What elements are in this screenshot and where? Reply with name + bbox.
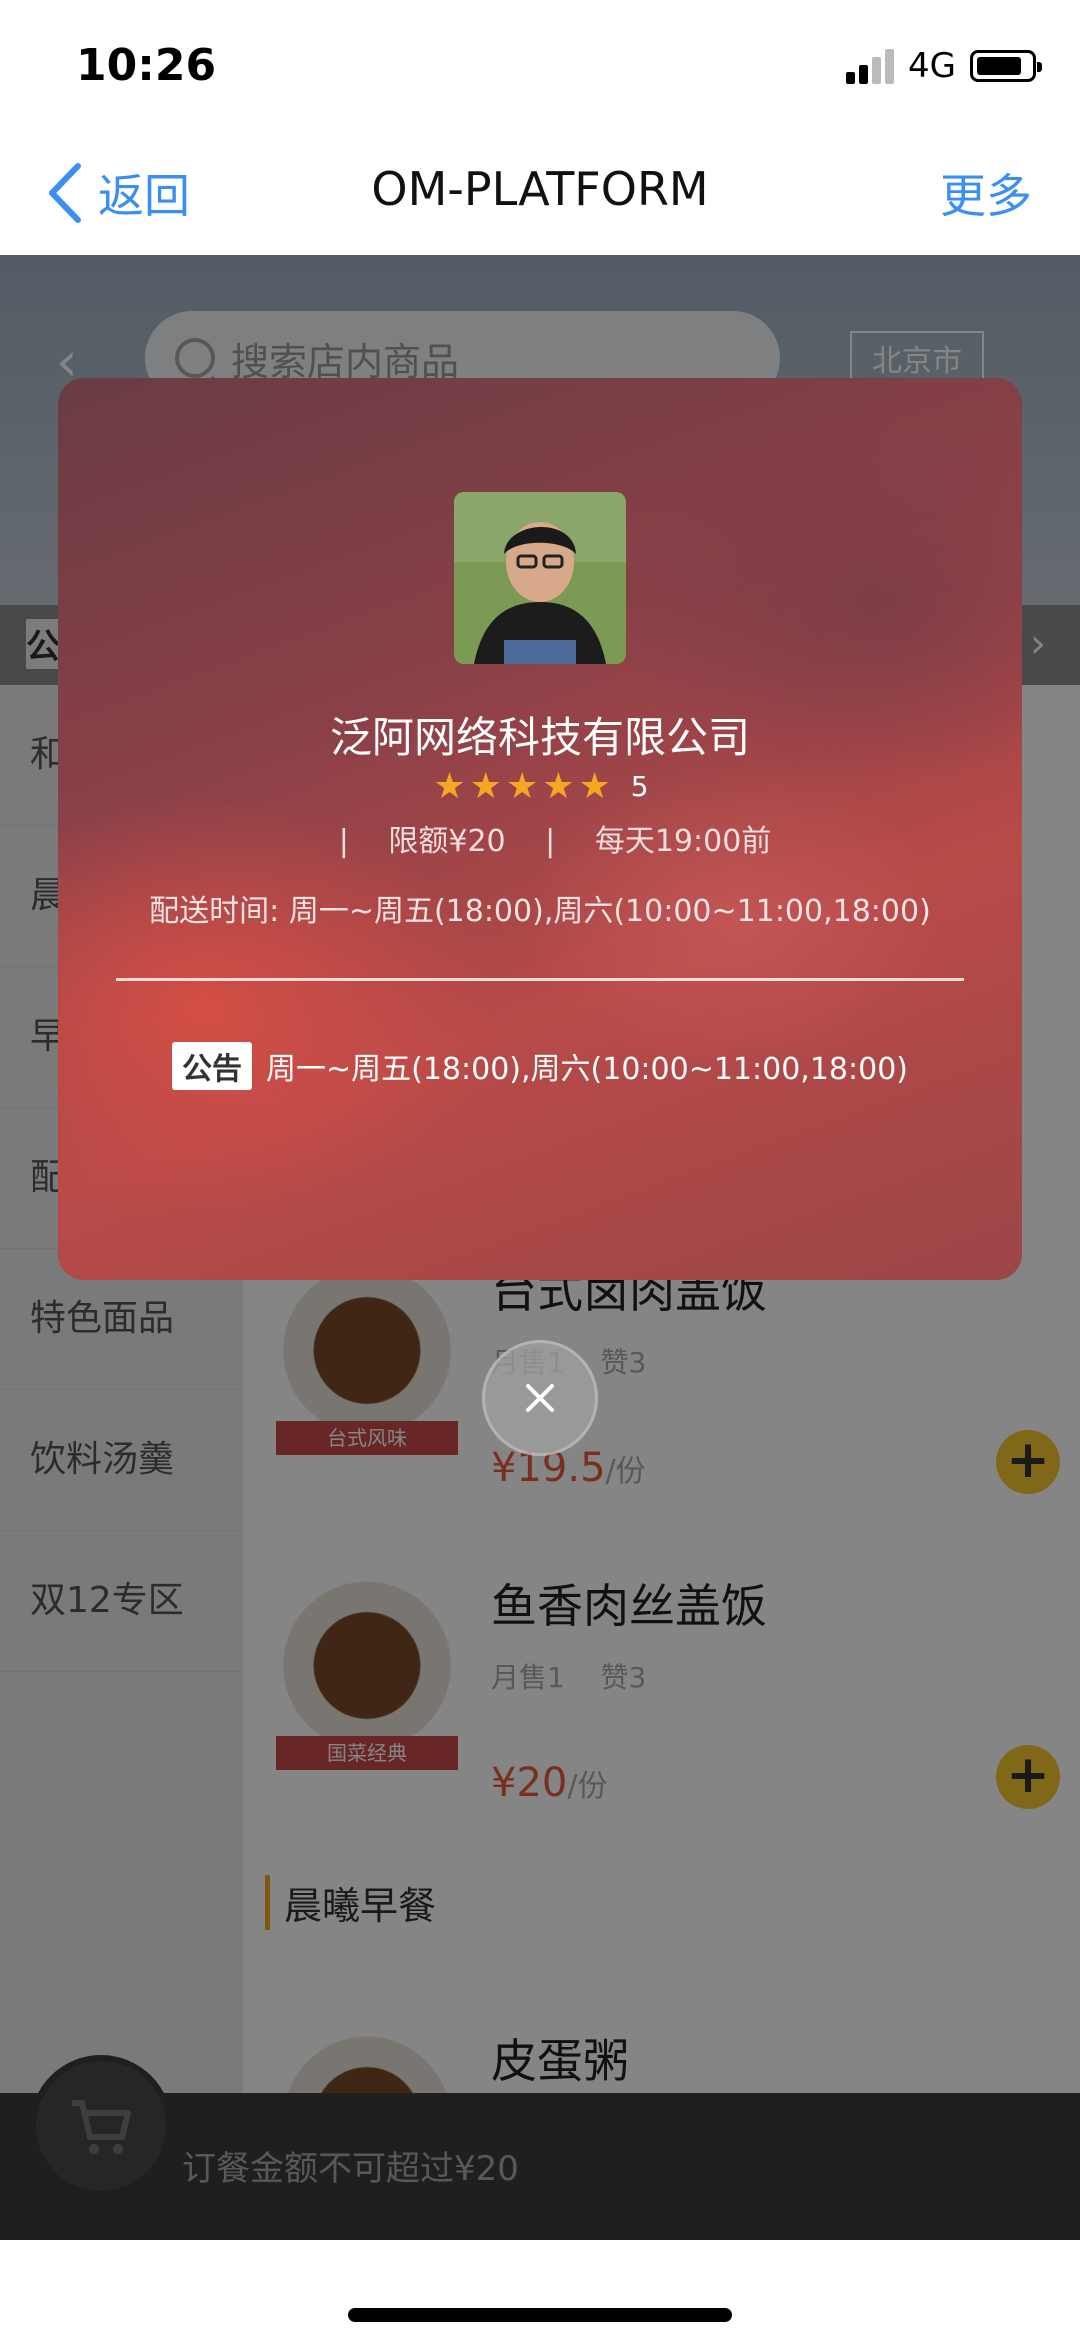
home-area (0, 2240, 1080, 2339)
status-bar: 10:26 4G (0, 0, 1080, 130)
shop-info-popup: 泛阿网络科技有限公司 ★ ★ ★ ★ ★ 5 | 限额¥20 | 每天19:00… (58, 378, 1022, 1280)
separator: | (338, 824, 349, 859)
star-icon: ★ (578, 766, 611, 807)
rating-value: 5 (630, 770, 649, 803)
announcement-text: 周一~周五(18:00),周六(10:00~11:00,18:00) (266, 1052, 908, 1087)
delivery-time: 配送时间: 周一~周五(18:00),周六(10:00~11:00,18:00) (149, 894, 931, 929)
shop-name: 泛阿网络科技有限公司 (329, 713, 750, 762)
signal-icon (846, 48, 896, 84)
divider (116, 978, 964, 981)
announcement: 公告 周一~周五(18:00),周六(10:00~11:00,18:00) (58, 1042, 1022, 1090)
order-deadline: 每天19:00前 (594, 824, 772, 859)
shop-meta: | 限额¥20 | 每天19:00前 (58, 816, 1022, 860)
star-icon: ★ (505, 766, 539, 807)
close-icon (526, 1384, 554, 1412)
order-limit: 限额¥20 (388, 824, 506, 859)
close-button[interactable] (482, 1340, 598, 1456)
network-label: 4G (908, 46, 956, 86)
star-icon: ★ (433, 766, 466, 807)
battery-icon (970, 50, 1042, 82)
announcement-tag: 公告 (172, 1042, 252, 1090)
page-title: OM-PLATFORM (371, 162, 709, 216)
status-time: 10:26 (76, 40, 217, 91)
nav-bar: 返回 OM-PLATFORM 更多 (0, 130, 1080, 255)
shop-avatar (454, 492, 626, 664)
star-icon: ★ (469, 766, 502, 807)
rating-row: ★ ★ ★ ★ ★ 5 (58, 766, 1022, 807)
separator: | (545, 824, 556, 859)
star-icon: ★ (542, 766, 575, 807)
home-indicator[interactable] (348, 2308, 732, 2322)
more-button[interactable]: 更多 (940, 160, 1032, 226)
